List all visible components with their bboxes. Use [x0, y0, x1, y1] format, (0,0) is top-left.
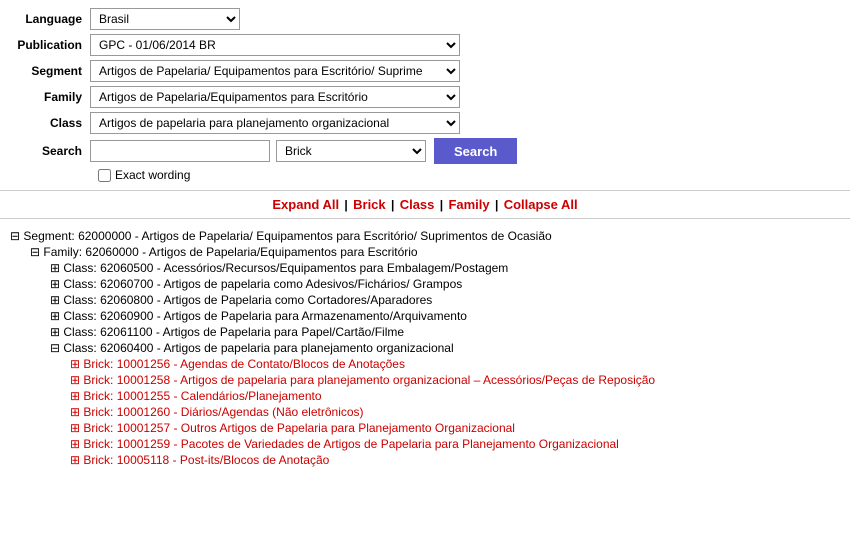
family-link[interactable]: Family: [448, 197, 489, 212]
search-text-input[interactable]: [90, 140, 270, 162]
search-label: Search: [10, 144, 90, 158]
class-row-62060800: ⊞ Class: 62060800 - Artigos de Papelaria…: [50, 293, 840, 307]
brick-text-10001259: ⊞ Brick: 10001259 - Pacotes de Variedade…: [70, 437, 619, 451]
family-select[interactable]: Artigos de Papelaria/Equipamentos para E…: [90, 86, 460, 108]
collapse-all-link[interactable]: Collapse All: [504, 197, 578, 212]
brick-link[interactable]: Brick: [353, 197, 386, 212]
segment-row: Segment Artigos de Papelaria/ Equipament…: [10, 60, 840, 82]
segment-text: ⊟ Segment: 62000000 - Artigos de Papelar…: [10, 229, 552, 243]
language-label: Language: [10, 12, 90, 26]
family-node: ⊟ Family: 62060000 - Artigos de Papelari…: [30, 245, 840, 467]
exact-wording-checkbox[interactable]: [98, 169, 111, 182]
expand-all-link[interactable]: Expand All: [272, 197, 339, 212]
language-select[interactable]: Brasil English Español: [90, 8, 240, 30]
tree-section: ⊟ Segment: 62000000 - Artigos de Papelar…: [0, 219, 850, 479]
search-button[interactable]: Search: [434, 138, 517, 164]
brick-text-10001260: ⊞ Brick: 10001260 - Diários/Agendas (Não…: [70, 405, 364, 419]
brick-row-10001260: ⊞ Brick: 10001260 - Diários/Agendas (Não…: [70, 405, 840, 419]
language-row: Language Brasil English Español: [10, 8, 840, 30]
class-text-62061100: ⊞ Class: 62061100 - Artigos de Papelaria…: [50, 325, 404, 339]
family-row: Family Artigos de Papelaria/Equipamentos…: [10, 86, 840, 108]
brick-text-10001256: ⊞ Brick: 10001256 - Agendas de Contato/B…: [70, 357, 405, 371]
class-row-62060900: ⊞ Class: 62060900 - Artigos de Papelaria…: [50, 309, 840, 323]
segment-label: Segment: [10, 64, 90, 78]
segment-row-tree: ⊟ Segment: 62000000 - Artigos de Papelar…: [10, 229, 840, 243]
class-text-62060700: ⊞ Class: 62060700 - Artigos de papelaria…: [50, 277, 462, 291]
brick-text-10001258: ⊞ Brick: 10001258 - Artigos de papelaria…: [70, 373, 655, 387]
class-row-62060500: ⊞ Class: 62060500 - Acessórios/Recursos/…: [50, 261, 840, 275]
bricks-container: ⊞ Brick: 10001256 - Agendas de Contato/B…: [70, 357, 840, 467]
brick-row-10001258: ⊞ Brick: 10001258 - Artigos de papelaria…: [70, 373, 840, 387]
class-text-62060400: ⊟ Class: 62060400 - Artigos de papelaria…: [50, 341, 454, 355]
class-text-62060800: ⊞ Class: 62060800 - Artigos de Papelaria…: [50, 293, 432, 307]
class-text-62060900: ⊞ Class: 62060900 - Artigos de Papelaria…: [50, 309, 467, 323]
brick-text-10005118: ⊞ Brick: 10005118 - Post-its/Blocos de A…: [70, 453, 329, 467]
brick-row-10001257: ⊞ Brick: 10001257 - Outros Artigos de Pa…: [70, 421, 840, 435]
brick-text-10001255: ⊞ Brick: 10001255 - Calendários/Planejam…: [70, 389, 322, 403]
class-row-62060700: ⊞ Class: 62060700 - Artigos de papelaria…: [50, 277, 840, 291]
class-label: Class: [10, 116, 90, 130]
segment-select[interactable]: Artigos de Papelaria/ Equipamentos para …: [90, 60, 460, 82]
brick-row-10001259: ⊞ Brick: 10001259 - Pacotes de Variedade…: [70, 437, 840, 451]
brick-row-10001255: ⊞ Brick: 10001255 - Calendários/Planejam…: [70, 389, 840, 403]
class-row-62060400: ⊟ Class: 62060400 - Artigos de papelaria…: [50, 341, 840, 355]
publication-row: Publication GPC - 01/06/2014 BR: [10, 34, 840, 56]
exact-wording-row: Exact wording: [98, 168, 840, 182]
class-row: Class Artigos de papelaria para planejam…: [10, 112, 840, 134]
segment-node: ⊟ Segment: 62000000 - Artigos de Papelar…: [10, 229, 840, 467]
brick-row-10005118: ⊞ Brick: 10005118 - Post-its/Blocos de A…: [70, 453, 840, 467]
publication-select[interactable]: GPC - 01/06/2014 BR: [90, 34, 460, 56]
search-type-select[interactable]: Brick Class Family Segment: [276, 140, 426, 162]
class-link[interactable]: Class: [400, 197, 435, 212]
classes-container: ⊞ Class: 62060500 - Acessórios/Recursos/…: [50, 261, 840, 467]
class-text-62060500: ⊞ Class: 62060500 - Acessórios/Recursos/…: [50, 261, 508, 275]
expand-collapse-bar: Expand All | Brick | Class | Family | Co…: [0, 191, 850, 219]
family-label: Family: [10, 90, 90, 104]
brick-text-10001257: ⊞ Brick: 10001257 - Outros Artigos de Pa…: [70, 421, 515, 435]
class-row-62061100: ⊞ Class: 62061100 - Artigos de Papelaria…: [50, 325, 840, 339]
family-row-tree: ⊟ Family: 62060000 - Artigos de Papelari…: [30, 245, 840, 259]
search-row: Search Brick Class Family Segment Search: [10, 138, 840, 164]
filter-form: Language Brasil English Español Publicat…: [0, 0, 850, 191]
brick-row-10001256: ⊞ Brick: 10001256 - Agendas de Contato/B…: [70, 357, 840, 371]
exact-wording-label: Exact wording: [115, 168, 190, 182]
publication-label: Publication: [10, 38, 90, 52]
family-text: ⊟ Family: 62060000 - Artigos de Papelari…: [30, 245, 418, 259]
class-select[interactable]: Artigos de papelaria para planejamento o…: [90, 112, 460, 134]
